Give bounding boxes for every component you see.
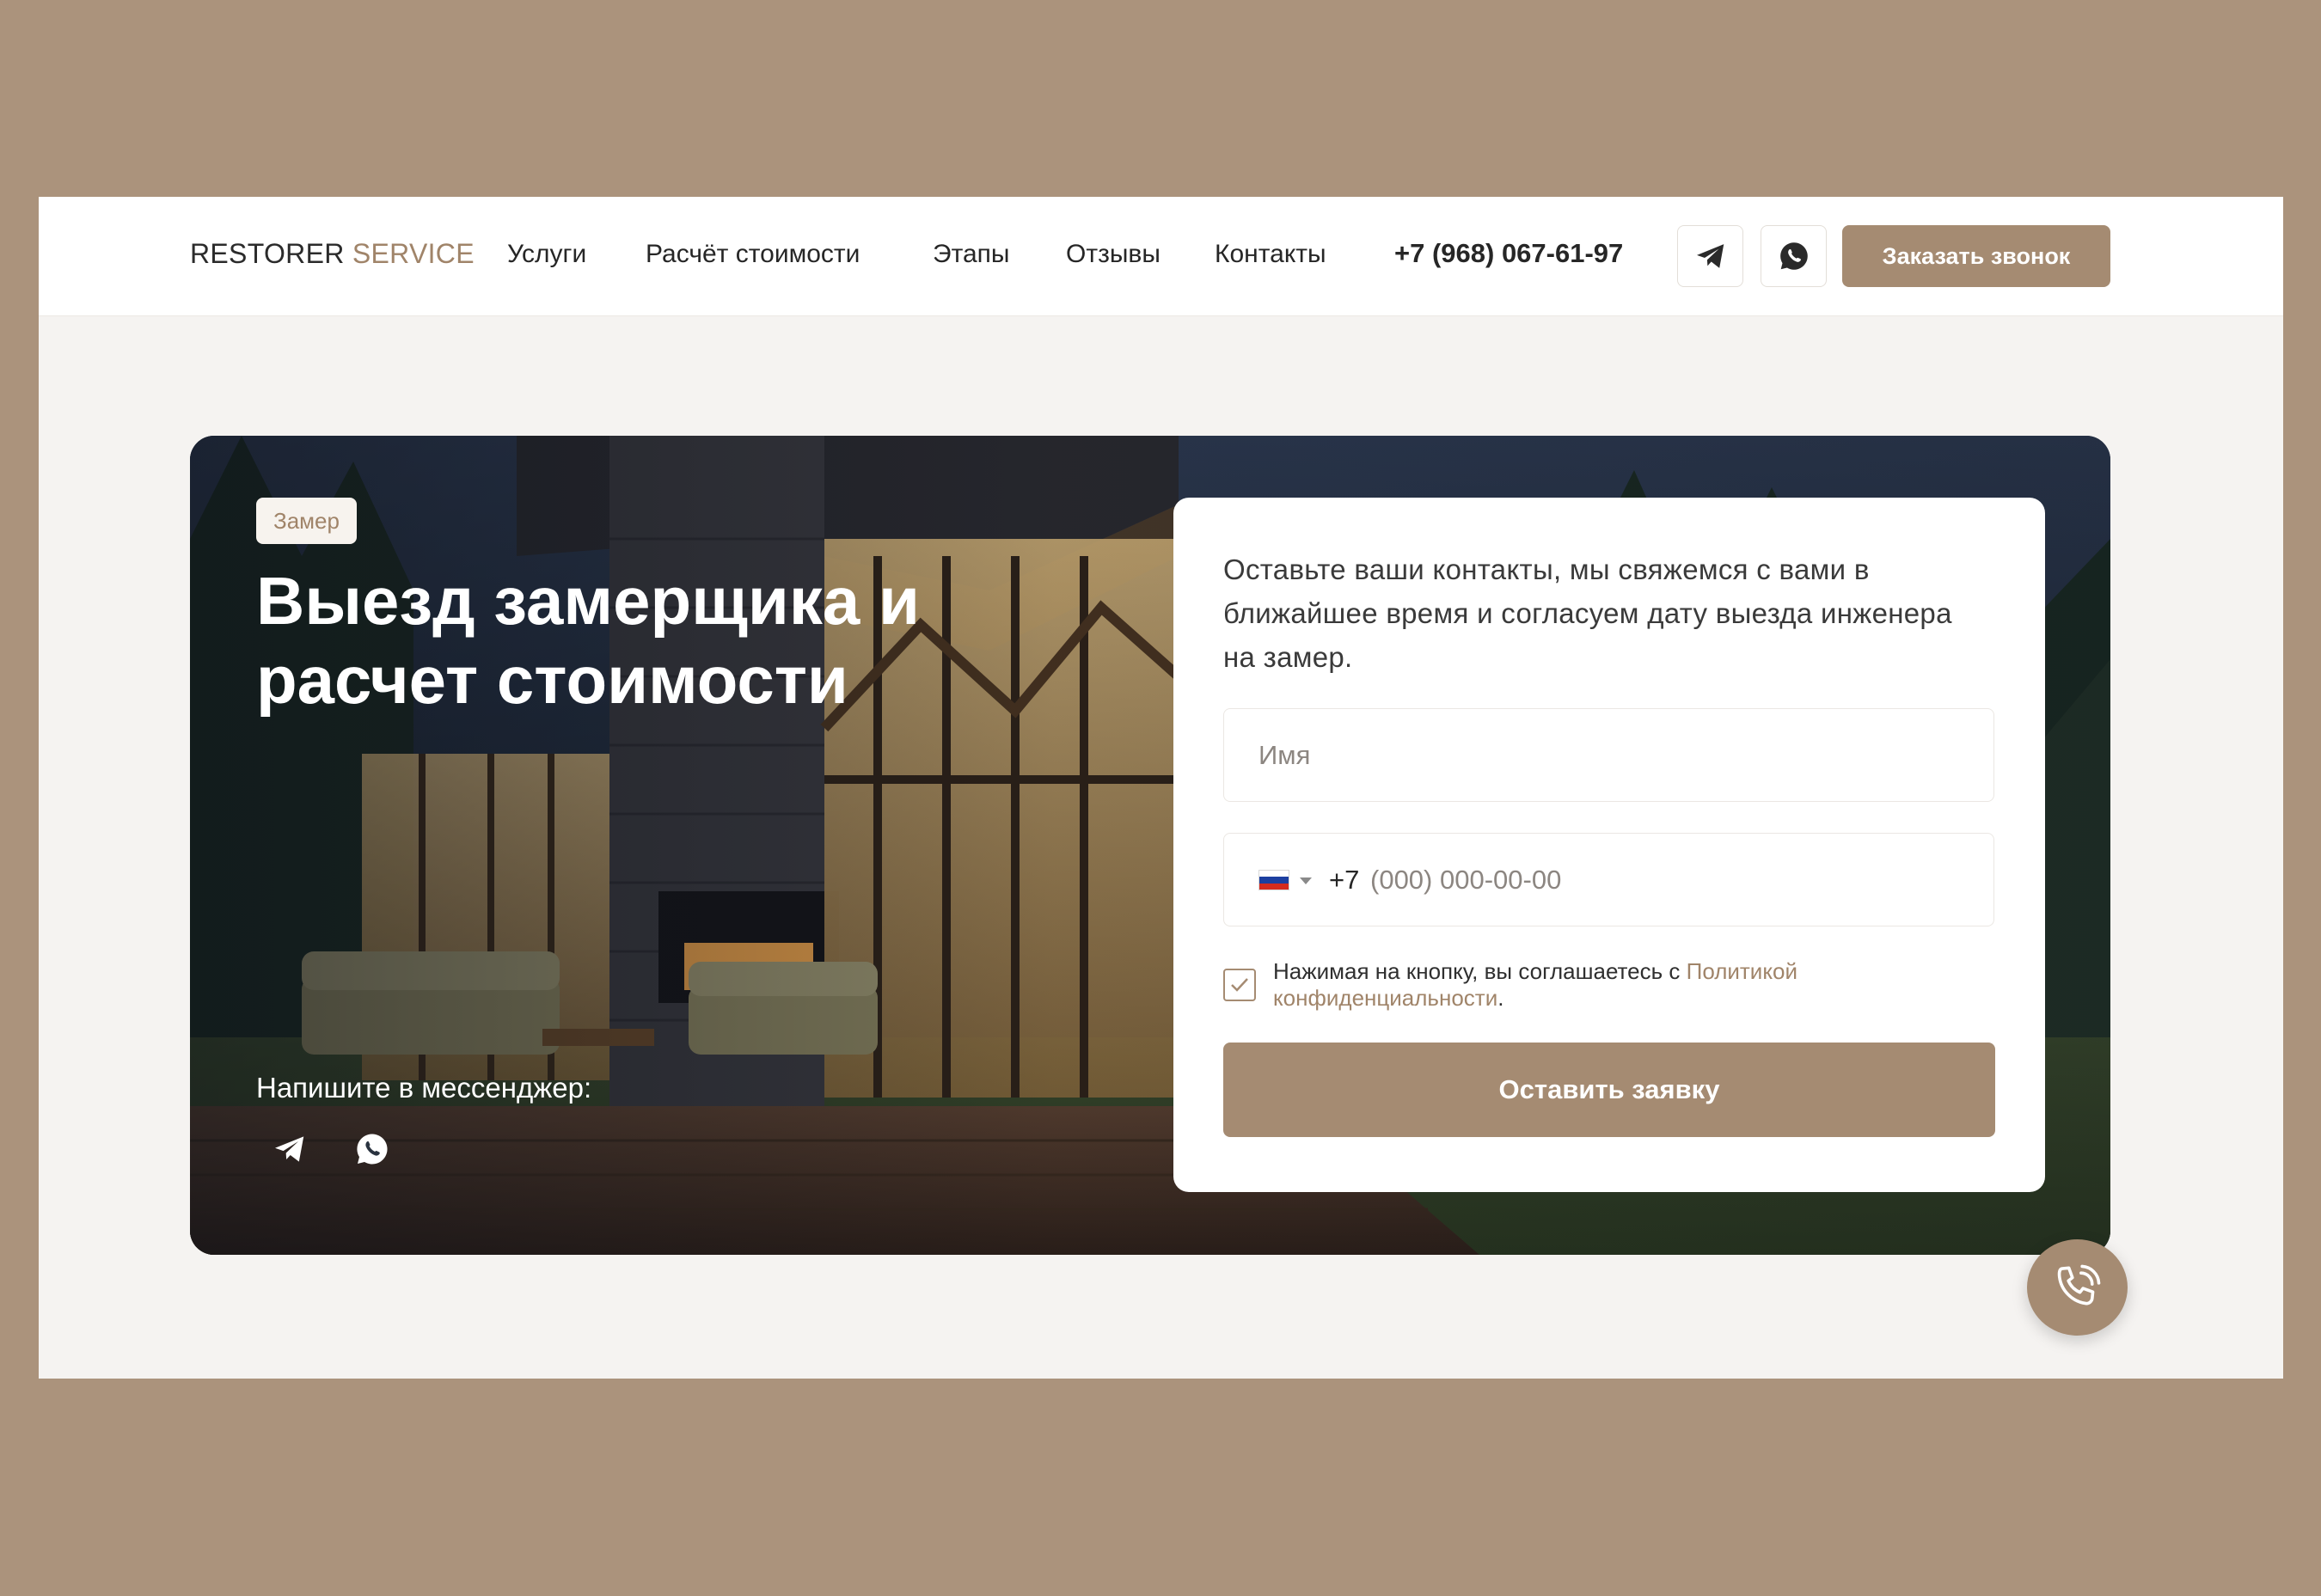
consent-checkbox[interactable]	[1223, 969, 1256, 1001]
messenger-label: Напишите в мессенджер:	[256, 1072, 592, 1104]
consent-prefix: Нажимая на кнопку, вы соглашаетесь с	[1273, 958, 1687, 984]
consent-text: Нажимая на кнопку, вы соглашаетесь с Пол…	[1273, 958, 1978, 1012]
phone-field[interactable]: +7 (000) 000-00-00	[1223, 833, 1994, 926]
whatsapp-icon	[357, 1134, 388, 1165]
site-header: RESTORER SERVICE Услуги Расчёт стоимости…	[39, 197, 2283, 316]
nav-item-reviews[interactable]: Отзывы	[1066, 240, 1160, 269]
hero-section: Замер Выезд замерщика и расчет стоимости…	[190, 436, 2110, 1255]
order-call-button[interactable]: Заказать звонок	[1842, 225, 2110, 287]
header-phone[interactable]: +7 (968) 067-61-97	[1394, 238, 1623, 269]
nav-item-contacts[interactable]: Контакты	[1215, 240, 1326, 269]
header-whatsapp-button[interactable]	[1761, 225, 1827, 287]
nav-item-stages[interactable]: Этапы	[933, 240, 1009, 269]
phone-prefix: +7	[1329, 865, 1360, 895]
logo[interactable]: RESTORER SERVICE	[190, 238, 475, 270]
page-frame: RESTORER SERVICE Услуги Расчёт стоимости…	[39, 197, 2283, 1379]
phone-call-icon	[2057, 1264, 2100, 1306]
header-telegram-button[interactable]	[1677, 225, 1743, 287]
telegram-icon	[1696, 244, 1724, 268]
russia-flag-icon[interactable]	[1258, 870, 1289, 890]
logo-accent-text: SERVICE	[352, 238, 475, 269]
name-field[interactable]: Имя	[1223, 708, 1994, 802]
phone-placeholder: (000) 000-00-00	[1370, 865, 1562, 895]
submit-button[interactable]: Оставить заявку	[1223, 1043, 1995, 1137]
name-placeholder: Имя	[1258, 739, 1311, 770]
checkmark-icon	[1231, 978, 1248, 992]
contact-form-card: Оставьте ваши контакты, мы свяжемся с ва…	[1173, 498, 2045, 1192]
nav-item-services[interactable]: Услуги	[507, 240, 586, 269]
whatsapp-icon	[1779, 242, 1808, 270]
floating-call-button[interactable]	[2027, 1239, 2128, 1336]
form-intro-text: Оставьте ваши контакты, мы свяжемся с ва…	[1223, 553, 1952, 673]
nav-item-calculation[interactable]: Расчёт стоимости	[646, 240, 860, 269]
consent-end: .	[1497, 985, 1504, 1011]
hero-badge: Замер	[256, 498, 357, 544]
logo-text: RESTORER	[190, 238, 345, 269]
hero-telegram-button[interactable]	[264, 1123, 315, 1175]
telegram-icon	[275, 1136, 304, 1162]
hero-title: Выезд замерщика и расчет стоимости	[256, 563, 920, 718]
hero-whatsapp-button[interactable]	[346, 1123, 398, 1175]
chevron-down-icon[interactable]	[1300, 877, 1312, 884]
